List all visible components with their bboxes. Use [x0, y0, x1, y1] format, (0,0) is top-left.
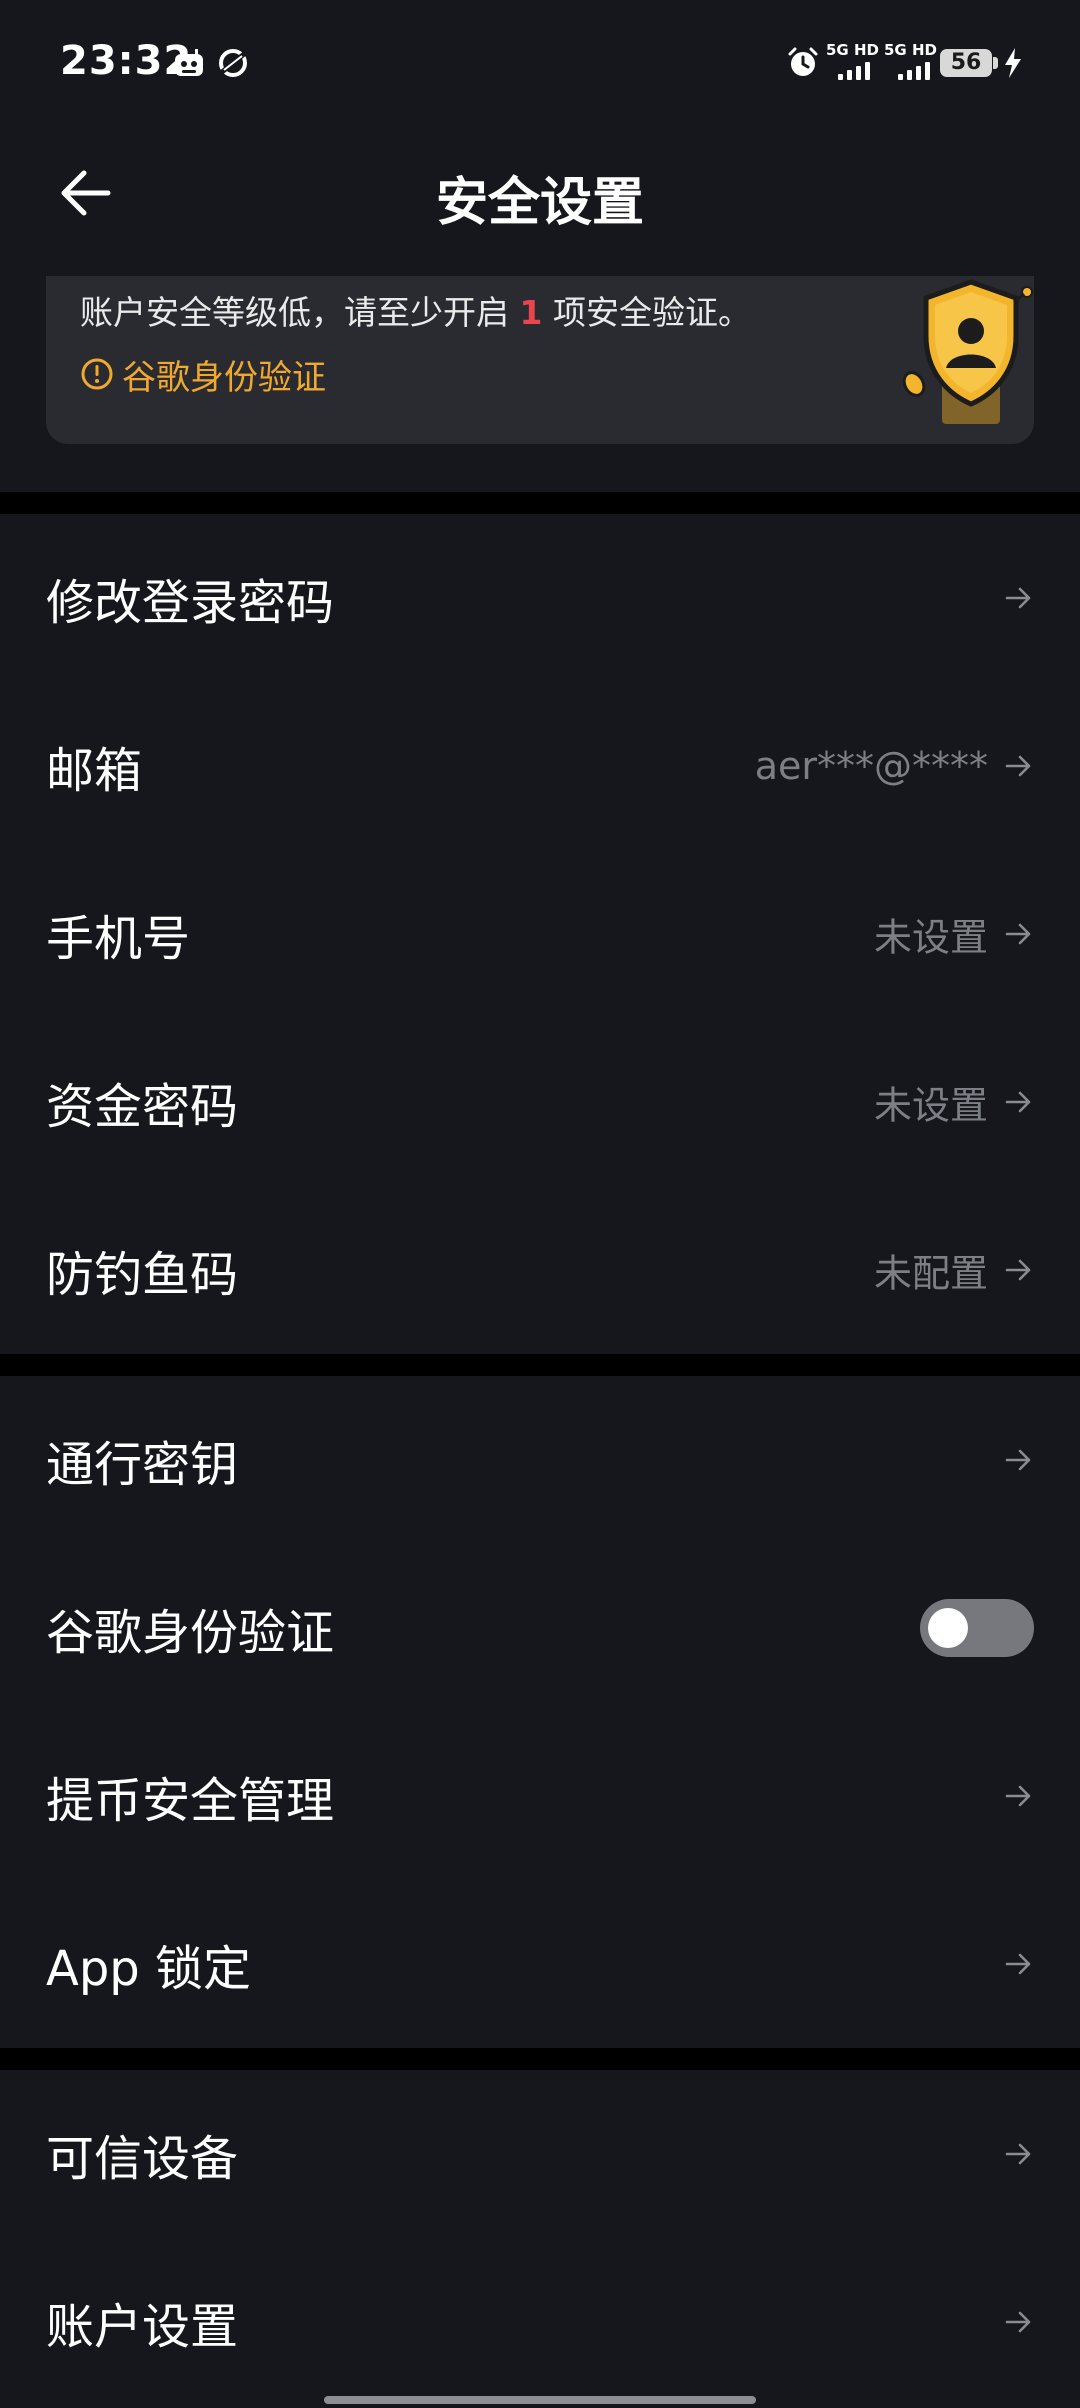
arrow-right-icon	[1005, 1091, 1031, 1113]
alarm-icon	[788, 47, 818, 76]
battery-indicator: 56	[940, 49, 992, 77]
charging-icon	[1005, 48, 1021, 78]
row-label: 修改登录密码	[46, 575, 335, 631]
section-divider	[0, 2048, 1080, 2070]
arrow-right-icon	[1005, 923, 1031, 945]
row-value: aer***@****	[754, 744, 988, 788]
signal-icon	[838, 62, 878, 80]
notification-app-icon-2	[219, 49, 247, 77]
row-anti-phishing-code[interactable]: 防钓鱼码 未配置	[0, 1186, 1080, 1354]
signal-icon-2	[886, 62, 932, 80]
security-warning-card: 账户安全等级低，请至少开启 1 项安全验证。 谷歌身份验证	[46, 276, 1034, 444]
header: 安全设置	[0, 130, 1080, 255]
page-title: 安全设置	[435, 173, 644, 233]
row-label: 提币安全管理	[46, 1773, 335, 1829]
row-label: 通行密钥	[46, 1437, 239, 1493]
row-label: 谷歌身份验证	[46, 1605, 335, 1661]
home-indicator[interactable]	[324, 2396, 756, 2404]
row-label: 防钓鱼码	[46, 1247, 239, 1303]
network-label-2: 5G HD	[884, 41, 937, 59]
row-app-lock[interactable]: App 锁定	[0, 1880, 1080, 2048]
arrow-right-icon	[1005, 1259, 1031, 1281]
warning-suffix: 项安全验证。	[552, 293, 751, 332]
row-account-settings[interactable]: 账户设置	[0, 2238, 1080, 2406]
section-divider	[0, 1354, 1080, 1376]
shield-icon	[902, 279, 1033, 424]
row-label: 可信设备	[46, 2131, 239, 2187]
pending-verification-item[interactable]: 谷歌身份验证	[80, 352, 326, 398]
row-label: 手机号	[46, 911, 191, 967]
arrow-right-icon	[1005, 1953, 1031, 1975]
warning-count: 1	[519, 293, 543, 332]
section-divider	[0, 492, 1080, 514]
arrow-right-icon	[1005, 1449, 1031, 1471]
row-phone[interactable]: 手机号 未设置	[0, 850, 1080, 1018]
row-label: App 锁定	[46, 1941, 252, 1997]
warning-prefix: 账户安全等级低，请至少开启	[80, 293, 509, 332]
notification-app-icon	[175, 49, 203, 76]
pending-item-label: 谷歌身份验证	[122, 357, 326, 398]
arrow-right-icon	[1005, 2143, 1031, 2165]
row-value: 未配置	[873, 1251, 988, 1296]
arrow-right-icon	[1005, 587, 1031, 609]
row-change-login-password[interactable]: 修改登录密码	[0, 514, 1080, 682]
toggle-knob	[928, 1608, 968, 1648]
row-value: 未设置	[873, 1083, 988, 1128]
row-label: 邮箱	[46, 743, 143, 799]
warning-circle-icon	[81, 358, 113, 390]
security-warning-text: 账户安全等级低，请至少开启 1 项安全验证。	[80, 286, 751, 334]
row-passkey[interactable]: 通行密钥	[0, 1376, 1080, 1544]
row-withdrawal-security[interactable]: 提币安全管理	[0, 1712, 1080, 1880]
arrow-right-icon	[1005, 755, 1031, 777]
row-label: 账户设置	[46, 2299, 239, 2355]
row-label: 资金密码	[46, 1079, 239, 1135]
arrow-right-icon	[1005, 1785, 1031, 1807]
row-value: 未设置	[873, 915, 988, 960]
google-authenticator-toggle[interactable]	[920, 1599, 1034, 1657]
status-bar: 23:32 5G HD 5G HD 56	[0, 0, 1080, 130]
row-trusted-devices[interactable]: 可信设备	[0, 2070, 1080, 2238]
network-label-1: 5G HD	[826, 41, 879, 59]
row-fund-password[interactable]: 资金密码 未设置	[0, 1018, 1080, 1186]
row-google-authenticator: 谷歌身份验证	[0, 1544, 1080, 1712]
arrow-right-icon	[1005, 2311, 1031, 2333]
battery-cap	[993, 57, 998, 69]
row-email[interactable]: 邮箱 aer***@****	[0, 682, 1080, 850]
